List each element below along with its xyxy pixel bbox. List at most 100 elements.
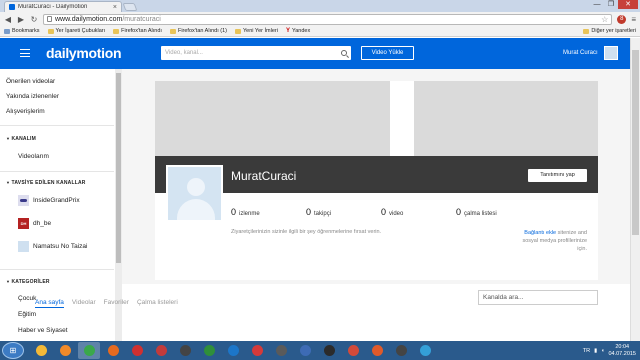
tab-favorites[interactable]: Favoriler — [104, 299, 129, 308]
channel-tabs: Ana sayfa Videolar Favoriler Çalma liste… — [35, 299, 178, 308]
taskbar-app-button[interactable] — [174, 342, 196, 359]
taskbar-app-button[interactable] — [126, 342, 148, 359]
sidebar-item-watch-later[interactable]: Yakında izlenenler — [6, 93, 59, 100]
sidebar-item-recommended[interactable]: Önerilen videolar — [6, 78, 55, 85]
sidebar-scrollbar-thumb[interactable] — [116, 73, 121, 263]
taskbar-app-button[interactable] — [54, 342, 76, 359]
stat-videos[interactable]: 0 video — [381, 207, 403, 217]
hamburger-menu-icon[interactable] — [20, 49, 30, 57]
folder-icon — [47, 28, 54, 34]
system-tray: TR ▮ ◖ 20:04 04.07.2015 — [583, 341, 636, 360]
app-icon — [419, 345, 431, 356]
volume-icon[interactable]: ◖ — [601, 348, 604, 354]
tab-close-icon[interactable]: × — [113, 4, 117, 11]
sidebar-channel[interactable]: DH dh_be — [18, 218, 51, 229]
start-button[interactable]: ⊞ — [2, 342, 24, 359]
apps-icon — [4, 28, 10, 34]
page-scrollbar-thumb[interactable] — [632, 50, 639, 235]
sidebar-section-recommended-channels[interactable]: TAVSİYE EDİLEN KANALLAR — [6, 180, 86, 186]
sidebar-section-channel[interactable]: KANALIM — [6, 136, 36, 142]
upload-video-button[interactable]: Video Yükle — [361, 46, 414, 60]
close-window-button[interactable]: ✕ — [618, 0, 638, 9]
stat-followers[interactable]: 0 takipçi — [306, 207, 331, 217]
header-avatar[interactable] — [604, 46, 618, 60]
reload-button[interactable]: ↻ — [30, 15, 38, 24]
taskbar-app-button[interactable] — [150, 342, 172, 359]
bookmark-folder[interactable]: Firefox'tan Alındı (1) — [169, 28, 227, 34]
address-bar[interactable]: www.dailymotion.com/muratcuraci ☆ — [43, 13, 613, 25]
forward-button[interactable]: ▶ — [17, 15, 25, 24]
clock[interactable]: 20:04 04.07.2015 — [608, 344, 636, 358]
sidebar-item-my-videos[interactable]: Videolarım — [18, 153, 49, 160]
back-button[interactable]: ◀ — [4, 15, 12, 24]
header-username[interactable]: Murat Curacı — [563, 50, 598, 56]
minimize-button[interactable]: — — [590, 0, 604, 9]
taskbar-app-button[interactable] — [390, 342, 412, 359]
channel-avatar: DH — [18, 218, 29, 229]
channel-name: Namatsu No Taizai — [33, 243, 88, 250]
taskbar-app-button[interactable] — [270, 342, 292, 359]
new-tab-button[interactable] — [122, 3, 138, 11]
taskbar-app-button[interactable] — [246, 342, 268, 359]
taskbar-app-button[interactable] — [366, 342, 388, 359]
search-placeholder: Video, kanal... — [165, 50, 203, 56]
sidebar-item-category[interactable]: Çocuk — [18, 295, 36, 302]
bookmark-star-icon[interactable]: ☆ — [601, 15, 608, 24]
language-indicator[interactable]: TR — [583, 348, 590, 354]
avatar-head — [187, 178, 205, 196]
browser-toolbar: ◀ ▶ ↻ www.dailymotion.com/muratcuraci ☆ … — [0, 12, 640, 26]
search-icon[interactable] — [341, 50, 347, 56]
app-icon — [323, 345, 335, 356]
bookmark-folder[interactable]: Yer İşareti Çubukları — [47, 28, 105, 34]
other-bookmarks[interactable]: Diğer yer işaretleri — [583, 28, 636, 34]
app-icon — [251, 345, 263, 356]
sidebar-channel[interactable]: Namatsu No Taizai — [18, 241, 87, 252]
tab-videos[interactable]: Videolar — [72, 299, 96, 308]
stat-playlists[interactable]: 0 çalma listesi — [456, 207, 497, 217]
stat-views: 0 izlenme — [231, 207, 260, 217]
dailymotion-favicon-icon — [9, 4, 15, 10]
bookmark-folder[interactable]: Yeni Yer İmleri — [235, 28, 278, 34]
search-input[interactable]: Video, kanal... — [161, 46, 351, 60]
taskbar-app-button[interactable] — [102, 342, 124, 359]
taskbar-app-button[interactable] — [294, 342, 316, 359]
sidebar-item-category[interactable]: Haber ve Siyaset — [18, 327, 68, 334]
app-icon — [371, 345, 383, 356]
sidebar-item-purchases[interactable]: Alışverişlerim — [6, 108, 45, 115]
page-scrollbar[interactable] — [630, 38, 640, 341]
promote-button[interactable]: Tanıtımını yap — [528, 169, 587, 182]
profile-name: MuratCuraci — [231, 169, 297, 183]
taskbar-app-button[interactable] — [342, 342, 364, 359]
browser-tab[interactable]: MuratCuraci - Dailymotion × — [4, 1, 122, 12]
channel-search-input[interactable]: Kanalda ara... — [478, 290, 598, 305]
taskbar-app-button[interactable] — [198, 342, 220, 359]
sidebar-section-categories[interactable]: KATEGORİLER — [6, 279, 50, 285]
bookmark-apps[interactable]: Bookmarks — [4, 28, 40, 34]
extension-icon[interactable]: 8 — [617, 14, 627, 24]
app-icon — [395, 345, 407, 356]
sidebar-channel[interactable]: InsideGrandPrix — [18, 195, 80, 206]
network-icon[interactable]: ▮ — [594, 348, 597, 354]
chrome-menu-icon[interactable]: ≡ — [631, 15, 636, 24]
taskbar-app-button[interactable] — [318, 342, 340, 359]
maximize-button[interactable]: ❐ — [604, 0, 618, 9]
taskbar-app-button[interactable] — [78, 342, 100, 359]
tab-home[interactable]: Ana sayfa — [35, 299, 64, 308]
yandex-icon: Y — [285, 28, 290, 34]
profile-avatar[interactable] — [166, 165, 223, 222]
taskbar-app-button[interactable] — [30, 342, 52, 359]
app-icon — [203, 345, 215, 356]
folder-icon — [113, 28, 120, 34]
sidebar-item-category[interactable]: Eğitim — [18, 311, 36, 318]
taskbar-app-button[interactable] — [222, 342, 244, 359]
taskbar-app-button[interactable] — [414, 342, 436, 359]
channel-name: InsideGrandPrix — [33, 197, 80, 204]
dailymotion-logo[interactable]: dailymotion — [46, 45, 122, 61]
bookmark-folder[interactable]: Firefox'tan Alındı — [113, 28, 162, 34]
add-link-button[interactable]: Bağlantı ekle — [524, 230, 556, 236]
tab-playlists[interactable]: Çalma listeleri — [137, 299, 178, 308]
folder-icon — [235, 28, 241, 34]
channel-avatar — [18, 195, 29, 206]
bookmark-yandex[interactable]: Y Yandex — [286, 28, 310, 34]
sidebar-divider — [0, 125, 114, 126]
